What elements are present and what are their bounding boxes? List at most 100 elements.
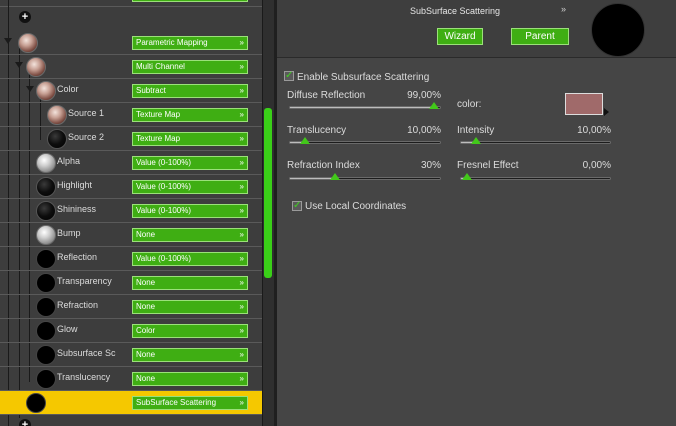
add-node-icon[interactable]: +: [19, 11, 31, 23]
shader-preview-ball-icon: [36, 81, 56, 101]
tree-node-label: Glow: [57, 324, 78, 334]
refraction-index-value: 30%: [420, 160, 441, 171]
diffuse-reflection-label: Diffuse Reflection: [287, 90, 366, 101]
tree-node-label: Bump: [57, 228, 81, 238]
slider-thumb[interactable]: [300, 137, 310, 144]
expand-triangle-icon[interactable]: [26, 86, 34, 92]
intensity-slider[interactable]: [460, 137, 611, 144]
dropdown-value: None: [136, 350, 156, 359]
dropdown-value: Multi Channel: [136, 62, 185, 71]
fresnel-effect-label: Fresnel Effect: [457, 160, 519, 171]
expand-triangle-icon[interactable]: [15, 62, 23, 68]
tree-node-label: Shininess: [57, 204, 97, 214]
properties-header: SubSurface Scattering » Wizard Parent: [277, 0, 676, 58]
tree-row[interactable]: SubSurface Scattering »: [0, 391, 268, 415]
channel-type-dropdown[interactable]: Value (0-100%) »: [132, 180, 248, 194]
tree-row[interactable]: Source 1 Texture Map »: [0, 103, 268, 127]
channel-type-dropdown[interactable]: None »: [132, 228, 248, 242]
chevron-down-icon: »: [239, 134, 244, 143]
chevron-down-icon: »: [239, 182, 244, 191]
tree-row[interactable]: Translucency None »: [0, 367, 268, 391]
expand-triangle-icon[interactable]: [4, 38, 12, 44]
channel-type-dropdown[interactable]: None »: [132, 372, 248, 386]
wizard-button[interactable]: Wizard: [437, 28, 483, 45]
tree-row[interactable]: Shininess Value (0-100%) »: [0, 199, 268, 223]
chevron-down-icon: »: [239, 350, 244, 359]
tree-row[interactable]: Bump None »: [0, 223, 268, 247]
shader-preview-ball-icon: [36, 249, 56, 269]
channel-type-dropdown[interactable]: None »: [132, 300, 248, 314]
tree-row[interactable]: Transparency None »: [0, 271, 268, 295]
translucency-slider[interactable]: [289, 137, 441, 144]
chevron-down-icon: »: [239, 254, 244, 263]
diffuse-reflection-slider[interactable]: [289, 102, 441, 109]
slider-thumb[interactable]: [462, 173, 472, 180]
channel-type-dropdown[interactable]: Value (0-100%) »: [132, 204, 248, 218]
tree-row[interactable]: Reflection Value (0-100%) »: [0, 247, 268, 271]
tree-row[interactable]: Color Subtract »: [0, 79, 268, 103]
use-local-coordinates-checkbox[interactable]: ✓: [292, 201, 302, 211]
shader-preview-ball-icon: [36, 297, 56, 317]
chevron-down-icon: »: [239, 326, 244, 335]
dropdown-value: Subtract: [136, 86, 166, 95]
channel-type-dropdown[interactable]: None »: [132, 348, 248, 362]
shader-preview-ball-icon: [36, 201, 56, 221]
tree-partial-dropdown[interactable]: »: [132, 0, 248, 2]
tree-node-label: Reflection: [57, 252, 98, 262]
refraction-index-slider[interactable]: [289, 173, 441, 180]
channel-type-dropdown[interactable]: Parametric Mapping »: [132, 36, 248, 50]
tree-node-label: Alpha: [57, 156, 81, 166]
panel-title: SubSurface Scattering: [409, 6, 501, 16]
tree-row[interactable]: Parametric Mapping »: [0, 31, 268, 55]
chevron-down-icon: »: [239, 302, 244, 311]
tree-node-label: Color: [57, 84, 79, 94]
tree-row[interactable]: Source 2 Texture Map »: [0, 127, 268, 151]
shader-preview-ball-icon: [36, 177, 56, 197]
slider-thumb[interactable]: [330, 173, 340, 180]
shader-preview-ball-icon: [36, 153, 56, 173]
channel-type-dropdown[interactable]: Texture Map »: [132, 132, 248, 146]
enable-sss-checkbox[interactable]: ✓: [284, 71, 294, 81]
tree-node-label: Subsurface Sc: [57, 348, 116, 358]
dropdown-value: None: [136, 278, 156, 287]
tree-row[interactable]: Multi Channel »: [0, 55, 268, 79]
channel-type-dropdown[interactable]: Texture Map »: [132, 108, 248, 122]
dropdown-value: Value (0-100%): [136, 254, 191, 263]
slider-thumb[interactable]: [470, 137, 481, 144]
dropdown-value: None: [136, 302, 156, 311]
channel-type-dropdown[interactable]: Multi Channel »: [132, 60, 248, 74]
diffuse-reflection-value: 99,00%: [407, 90, 441, 101]
swatch-menu-arrow-icon[interactable]: [604, 108, 609, 116]
channel-type-dropdown[interactable]: Subtract »: [132, 84, 248, 98]
tree-row[interactable]: Highlight Value (0-100%) »: [0, 175, 268, 199]
dropdown-value: Texture Map: [136, 134, 181, 143]
channel-type-dropdown[interactable]: SubSurface Scattering »: [132, 396, 248, 410]
tree-scrollbar-thumb[interactable]: [264, 108, 272, 278]
dropdown-value: Texture Map: [136, 110, 181, 119]
tree-node-label: Highlight: [57, 180, 93, 190]
dropdown-value: Value (0-100%): [136, 182, 191, 191]
shader-preview-ball-icon: [36, 273, 56, 293]
sss-color-swatch[interactable]: [565, 93, 603, 115]
tree-row[interactable]: Subsurface Sc None »: [0, 343, 268, 367]
channel-type-dropdown[interactable]: Value (0-100%) »: [132, 252, 248, 266]
shader-preview-ball-icon: [36, 225, 56, 245]
shader-preview-ball-icon: [36, 345, 56, 365]
tree-row[interactable]: Glow Color »: [0, 319, 268, 343]
tree-node-label: Source 2: [68, 132, 105, 142]
tree-row[interactable]: Refraction None »: [0, 295, 268, 319]
collapse-chevron-icon[interactable]: »: [561, 4, 566, 14]
fresnel-effect-slider[interactable]: [460, 173, 611, 180]
properties-panel: SubSurface Scattering » Wizard Parent ✓ …: [277, 0, 676, 426]
dropdown-value: Color: [136, 326, 156, 335]
shader-preview-ball-icon: [47, 129, 67, 149]
slider-thumb[interactable]: [429, 102, 439, 109]
tree-row[interactable]: Alpha Value (0-100%) »: [0, 151, 268, 175]
shader-preview-ball-icon: [36, 321, 56, 341]
chevron-down-icon: »: [239, 374, 244, 383]
add-node-icon[interactable]: +: [19, 419, 31, 426]
channel-type-dropdown[interactable]: Value (0-100%) »: [132, 156, 248, 170]
channel-type-dropdown[interactable]: Color »: [132, 324, 248, 338]
channel-type-dropdown[interactable]: None »: [132, 276, 248, 290]
parent-button[interactable]: Parent: [511, 28, 569, 45]
